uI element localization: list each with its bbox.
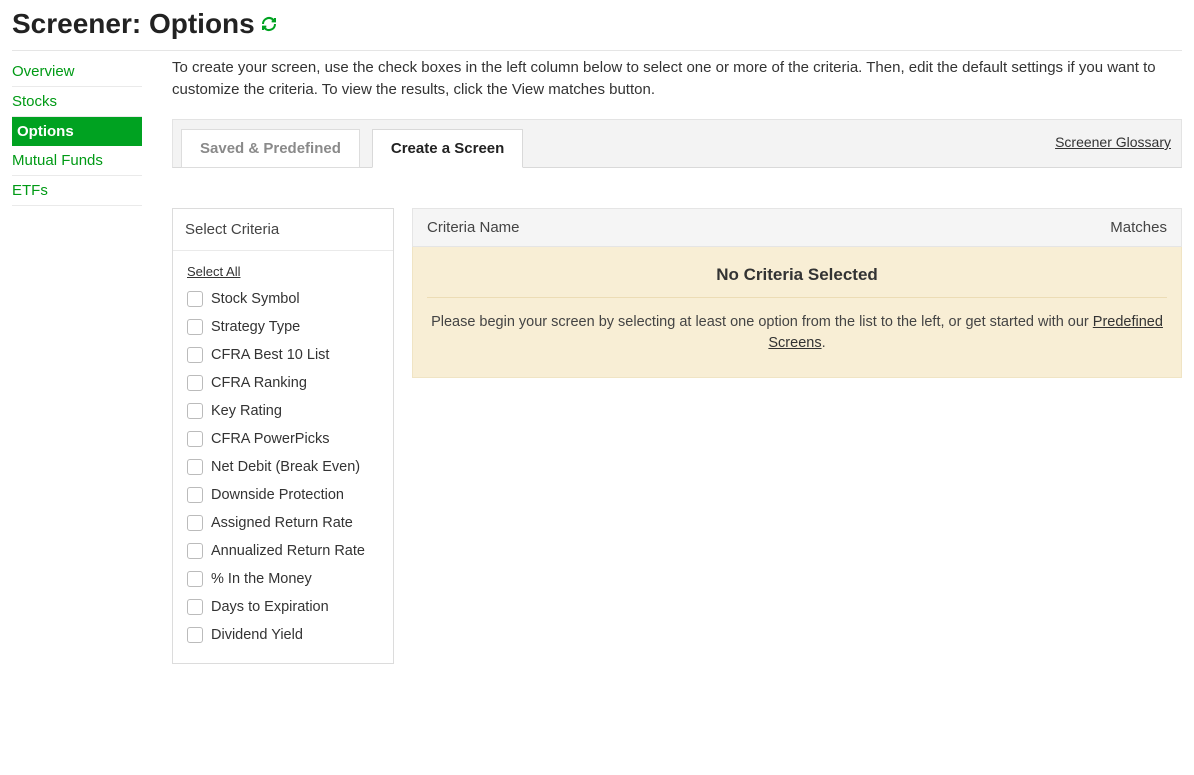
criteria-checkbox[interactable] xyxy=(187,319,203,335)
sidebar-item-options[interactable]: Options xyxy=(12,117,142,146)
results-col-matches: Matches xyxy=(1110,219,1167,236)
no-criteria-title: No Criteria Selected xyxy=(427,265,1167,297)
criteria-label: Key Rating xyxy=(211,403,282,419)
no-criteria-divider xyxy=(427,297,1167,298)
results-panel: Criteria Name Matches No Criteria Select… xyxy=(412,208,1182,379)
tab-create-screen[interactable]: Create a Screen xyxy=(372,129,523,168)
criteria-checkbox[interactable] xyxy=(187,347,203,363)
criteria-checkbox[interactable] xyxy=(187,515,203,531)
criteria-item: Dividend Yield xyxy=(187,621,379,649)
main-content: To create your screen, use the check box… xyxy=(172,57,1182,664)
criteria-label: Downside Protection xyxy=(211,487,344,503)
results-header: Criteria Name Matches xyxy=(412,208,1182,247)
sidebar: OverviewStocksOptionsMutual FundsETFs xyxy=(12,57,142,206)
criteria-item: Days to Expiration xyxy=(187,593,379,621)
select-all-link[interactable]: Select All xyxy=(187,264,240,279)
tab-saved-predefined[interactable]: Saved & Predefined xyxy=(181,129,360,168)
no-criteria-text-suffix: . xyxy=(822,335,826,351)
page-title-text: Screener: Options xyxy=(12,8,255,40)
criteria-checkbox[interactable] xyxy=(187,403,203,419)
criteria-checkbox[interactable] xyxy=(187,543,203,559)
criteria-item: CFRA PowerPicks xyxy=(187,425,379,453)
criteria-label: CFRA PowerPicks xyxy=(211,431,329,447)
sidebar-item-etfs[interactable]: ETFs xyxy=(12,176,142,206)
criteria-checkbox[interactable] xyxy=(187,627,203,643)
criteria-item: % In the Money xyxy=(187,565,379,593)
criteria-panel: Select Criteria Select All Stock SymbolS… xyxy=(172,208,394,664)
criteria-item: CFRA Ranking xyxy=(187,369,379,397)
criteria-checkbox[interactable] xyxy=(187,459,203,475)
criteria-item: Annualized Return Rate xyxy=(187,537,379,565)
criteria-checkbox[interactable] xyxy=(187,571,203,587)
sidebar-item-overview[interactable]: Overview xyxy=(12,57,142,87)
criteria-item: Stock Symbol xyxy=(187,285,379,313)
criteria-label: Strategy Type xyxy=(211,319,300,335)
screener-glossary-link[interactable]: Screener Glossary xyxy=(1055,134,1171,160)
criteria-label: Dividend Yield xyxy=(211,627,303,643)
criteria-label: CFRA Ranking xyxy=(211,375,307,391)
sidebar-item-mutual-funds[interactable]: Mutual Funds xyxy=(12,146,142,176)
sidebar-item-stocks[interactable]: Stocks xyxy=(12,87,142,117)
criteria-panel-header: Select Criteria xyxy=(173,209,393,251)
criteria-checkbox[interactable] xyxy=(187,431,203,447)
criteria-label: Stock Symbol xyxy=(211,291,300,307)
tabs-bar: Saved & Predefined Create a Screen Scree… xyxy=(172,119,1182,168)
criteria-label: Annualized Return Rate xyxy=(211,543,365,559)
criteria-item: Assigned Return Rate xyxy=(187,509,379,537)
criteria-label: Net Debit (Break Even) xyxy=(211,459,360,475)
criteria-item: Key Rating xyxy=(187,397,379,425)
criteria-item: Downside Protection xyxy=(187,481,379,509)
criteria-item: Net Debit (Break Even) xyxy=(187,453,379,481)
no-criteria-text: Please begin your screen by selecting at… xyxy=(427,312,1167,356)
no-criteria-text-prefix: Please begin your screen by selecting at… xyxy=(431,314,1093,330)
refresh-icon[interactable] xyxy=(261,16,277,32)
criteria-label: Days to Expiration xyxy=(211,599,329,615)
criteria-list: Stock Symbol Strategy Type CFRA Best 10 Li… xyxy=(187,285,379,649)
criteria-checkbox[interactable] xyxy=(187,375,203,391)
title-divider xyxy=(12,50,1182,51)
criteria-label: CFRA Best 10 List xyxy=(211,347,329,363)
criteria-label: Assigned Return Rate xyxy=(211,515,353,531)
page-title: Screener: Options xyxy=(12,8,1182,50)
results-col-name: Criteria Name xyxy=(427,219,520,236)
criteria-checkbox[interactable] xyxy=(187,487,203,503)
no-criteria-box: No Criteria Selected Please begin your s… xyxy=(412,247,1182,379)
intro-text: To create your screen, use the check box… xyxy=(172,57,1182,101)
criteria-checkbox[interactable] xyxy=(187,599,203,615)
criteria-item: CFRA Best 10 List xyxy=(187,341,379,369)
criteria-item: Strategy Type xyxy=(187,313,379,341)
criteria-checkbox[interactable] xyxy=(187,291,203,307)
criteria-label: % In the Money xyxy=(211,571,312,587)
